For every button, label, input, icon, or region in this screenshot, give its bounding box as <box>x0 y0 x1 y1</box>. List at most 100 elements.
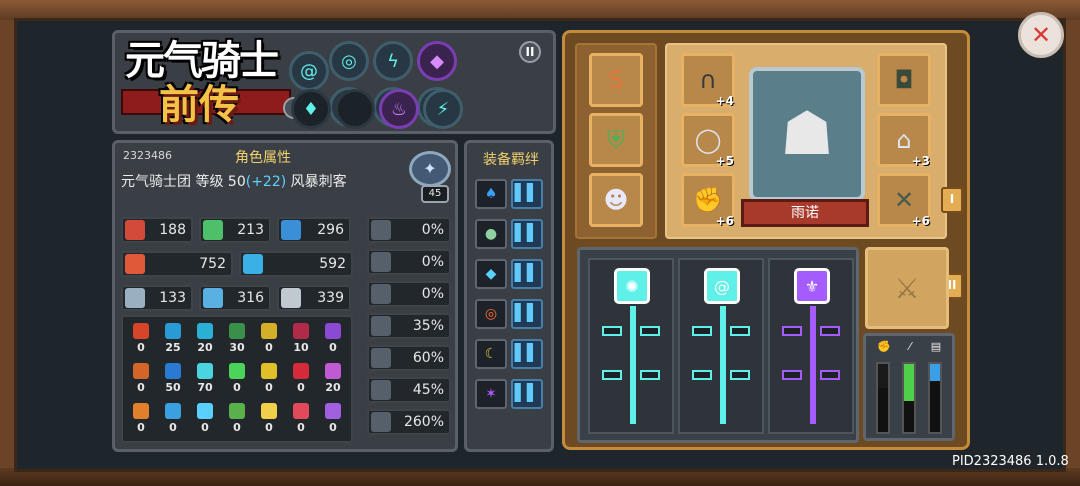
stat-heart: 752 <box>121 251 233 277</box>
equip-slot-armor[interactable]: ⛨ <box>589 113 643 167</box>
bond-item[interactable]: ◎ ▌▌ <box>475 299 547 329</box>
lightning-icon[interactable]: ϟ <box>373 41 413 81</box>
bond-item[interactable]: ♠ ▌▌ <box>475 179 547 209</box>
skill-node-icon[interactable]: ✺ <box>614 268 650 304</box>
equip-slot-blades[interactable]: ✕ +6 <box>877 173 931 228</box>
skill-node-icon[interactable]: @ <box>704 268 740 304</box>
stat-sword: 133 <box>121 285 193 311</box>
equip-slot-gauntlet[interactable]: ✊ +6 <box>681 173 735 228</box>
element-icon <box>261 323 277 339</box>
bond-level-bars: ▌▌ <box>511 299 543 329</box>
potion-icon[interactable]: ♦ <box>291 89 331 129</box>
skill-sub-node[interactable] <box>640 326 660 336</box>
element-cell: 50 <box>159 363 187 394</box>
spiral-icon[interactable]: @ <box>289 51 329 91</box>
claw-icon[interactable]: ⚡ <box>423 89 463 129</box>
weapon-slot[interactable]: ⚔ <box>865 247 949 329</box>
skill-sub-node[interactable] <box>640 370 660 380</box>
close-button[interactable]: ✕ <box>1018 12 1064 58</box>
secondary-stat: 0% <box>367 217 451 243</box>
stat-meter-fill <box>904 364 914 402</box>
equip-slot-ring-item[interactable]: ◯ +5 <box>681 113 735 168</box>
skill-sub-node[interactable] <box>602 370 622 380</box>
red-ring-icon: ◎ <box>475 299 507 329</box>
skill-sub-node[interactable] <box>602 326 622 336</box>
upgrade-badge: +5 <box>715 154 734 168</box>
character-attributes-panel: 2323486 角色属性 ✦ 元气骑士团 等级 50(+22) 风暴刺客 45 … <box>112 140 458 452</box>
bond-item[interactable]: ● ▌▌ <box>475 219 547 249</box>
helmet-icon: ⌂ <box>896 126 912 154</box>
element-value: 0 <box>137 381 145 394</box>
arrow-up-icon <box>371 252 391 272</box>
element-cell: 0 <box>255 403 283 434</box>
rank-emblem-icon[interactable]: ✦ <box>409 151 451 187</box>
stat-meter <box>902 362 916 434</box>
flame-icon[interactable]: ♨ <box>379 89 419 129</box>
skill-sub-node[interactable] <box>692 370 712 380</box>
skill-sub-node[interactable] <box>730 370 750 380</box>
equipment-tab-1[interactable]: I <box>941 187 963 213</box>
element-value: 0 <box>233 381 241 394</box>
stat-droplet: 592 <box>239 251 353 277</box>
skill-sub-node[interactable] <box>820 326 840 336</box>
element-icon <box>165 363 181 379</box>
equip-slot-helmet[interactable]: ⌂ +3 <box>877 113 931 168</box>
element-value: 0 <box>265 421 273 434</box>
element-value: 0 <box>297 381 305 394</box>
element-value: 30 <box>229 341 245 354</box>
bond-level-bars: ▌▌ <box>511 379 543 409</box>
class-name: 风暴刺客 <box>290 174 347 190</box>
equip-slot-ghost[interactable]: ☻ <box>589 173 643 227</box>
equip-slot-horn[interactable]: S <box>589 53 643 107</box>
shield-icon <box>281 288 301 308</box>
skill-tree-3: ⚜ <box>768 258 854 434</box>
element-icon <box>325 403 341 419</box>
element-cell: 0 <box>127 363 155 394</box>
level-value: 50 <box>227 174 246 190</box>
element-cell: 0 <box>127 323 155 354</box>
bond-item[interactable]: ◆ ▌▌ <box>475 259 547 289</box>
green-orb-icon: ● <box>475 219 507 249</box>
clock-icon <box>371 348 391 368</box>
talent-tier-2-button[interactable]: II <box>519 41 541 63</box>
equip-slot-necklace[interactable]: ∩ +4 <box>681 53 735 108</box>
element-value: 0 <box>329 421 337 434</box>
fist-icon <box>125 220 145 240</box>
bond-item[interactable]: ☾ ▌▌ <box>475 339 547 369</box>
equipment-bonds-panel: 装备羁绊 ♠ ▌▌ ● ▌▌ ◆ ▌▌ ◎ ▌▌ ☾ ▌▌ ✶ ▌▌ <box>464 140 554 452</box>
crit-icon <box>371 412 391 432</box>
stat-value: 296 <box>317 222 344 238</box>
stat-shield: 339 <box>277 285 351 311</box>
skill-sub-node[interactable] <box>820 370 840 380</box>
skill-sub-node[interactable] <box>730 326 750 336</box>
crystal-icon[interactable]: ◆ <box>417 41 457 81</box>
bond-item[interactable]: ✶ ▌▌ <box>475 379 547 409</box>
element-value: 10 <box>293 341 309 354</box>
element-icon <box>197 363 213 379</box>
element-value: 0 <box>201 421 209 434</box>
element-cell: 0 <box>287 403 315 434</box>
stat-value: 752 <box>199 256 226 272</box>
character-summary: 元气骑士团 等级 50(+22) 风暴刺客 <box>121 171 347 191</box>
purple-star-icon: ✶ <box>475 379 507 409</box>
element-icon <box>229 323 245 339</box>
skill-sub-node[interactable] <box>692 326 712 336</box>
hero-portrait[interactable]: ☗ <box>749 67 865 201</box>
element-cell: 0 <box>127 403 155 434</box>
diamond-icon: ◆ <box>475 259 507 289</box>
skill-sub-node[interactable] <box>782 326 802 336</box>
ring-icon[interactable]: ◎ <box>329 41 369 81</box>
sword-placeholder-icon: ⚔ <box>894 271 920 305</box>
gauntlet-icon: ✊ <box>693 186 723 214</box>
target-icon <box>371 380 391 400</box>
armor-icon: ⛨ <box>607 126 625 154</box>
secondary-stat: 35% <box>367 313 451 339</box>
empty-slot[interactable] <box>335 89 375 129</box>
guild-name: 元气骑士团 <box>121 174 191 190</box>
equip-slot-chestplate[interactable]: ◘ <box>877 53 931 107</box>
blades-icon: ✕ <box>893 186 915 214</box>
skill-sub-node[interactable] <box>782 370 802 380</box>
skill-node-icon[interactable]: ⚜ <box>794 268 830 304</box>
element-cell: 70 <box>191 363 219 394</box>
element-icon <box>293 323 309 339</box>
